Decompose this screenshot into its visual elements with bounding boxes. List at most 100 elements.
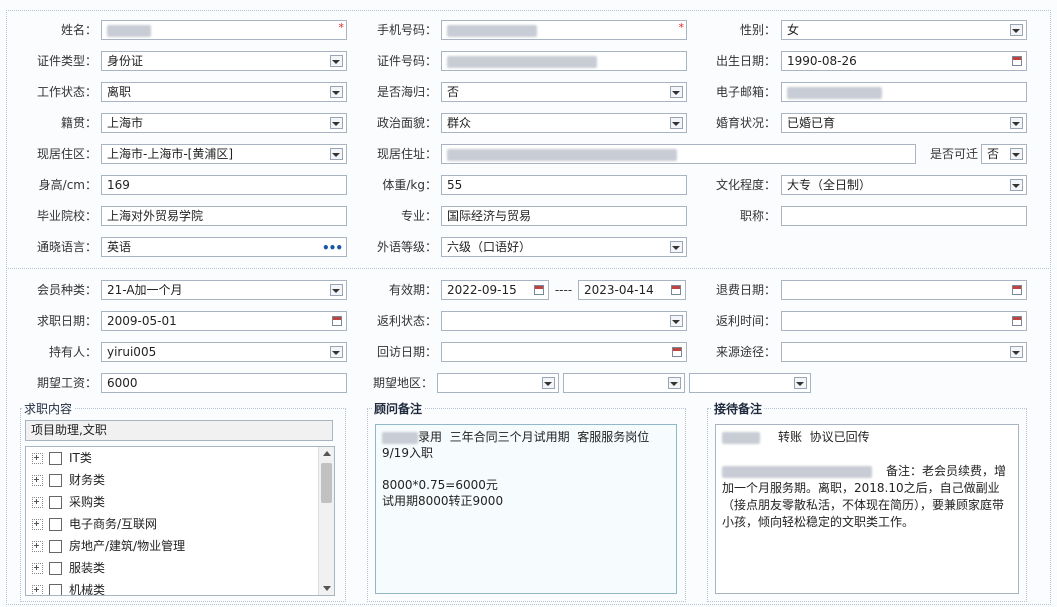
chevron-down-icon bbox=[1012, 351, 1020, 355]
expand-icon[interactable] bbox=[32, 563, 43, 574]
phone-input[interactable]: * bbox=[441, 20, 687, 40]
source-label: 来源途径： bbox=[715, 345, 776, 359]
overseas-select[interactable]: 否 bbox=[441, 82, 687, 102]
member-type-select[interactable]: 21-A加一个月 bbox=[101, 280, 347, 300]
birth-date-input[interactable]: 1990-08-26 bbox=[781, 51, 1027, 71]
idtype-select[interactable]: 身份证 bbox=[101, 51, 347, 71]
expand-icon[interactable] bbox=[32, 453, 43, 464]
residence-area-select[interactable]: 上海市-上海市-[黄浦区] bbox=[101, 144, 347, 164]
advisor-notes-title: 顾问备注 bbox=[372, 400, 425, 417]
rebate-status-select[interactable] bbox=[441, 311, 687, 331]
workstatus-select[interactable]: 离职 bbox=[101, 82, 347, 102]
expand-icon[interactable] bbox=[32, 585, 43, 595]
idno-label: 证件号码： bbox=[376, 54, 437, 68]
checkbox[interactable] bbox=[49, 540, 62, 553]
tree-item-it[interactable]: IT类 bbox=[32, 447, 92, 469]
chevron-down-icon bbox=[544, 382, 552, 386]
valid-from-input[interactable]: 2022-09-15 bbox=[441, 280, 549, 300]
native-select[interactable]: 上海市 bbox=[101, 113, 347, 133]
region-select-3[interactable] bbox=[689, 373, 811, 393]
expand-icon[interactable] bbox=[32, 475, 43, 486]
name-input[interactable]: * bbox=[101, 20, 347, 40]
weight-label: 体重/kg： bbox=[382, 178, 437, 192]
tree-scrollbar[interactable] bbox=[318, 447, 334, 595]
tree-item-purchasing[interactable]: 采购类 bbox=[32, 491, 105, 513]
expand-icon[interactable] bbox=[32, 541, 43, 552]
jobseek-date-label: 求职日期： bbox=[36, 314, 97, 328]
lang-level-select[interactable]: 六级（口语好） bbox=[441, 237, 687, 257]
refund-date-input[interactable] bbox=[781, 280, 1027, 300]
education-select[interactable]: 大专（全日制） bbox=[781, 175, 1027, 195]
chevron-down-icon bbox=[332, 153, 340, 157]
checkbox[interactable] bbox=[49, 518, 62, 531]
calendar-icon[interactable] bbox=[1012, 285, 1022, 295]
relocate-label: 是否可迁 bbox=[929, 147, 978, 161]
region-select-2[interactable] bbox=[563, 373, 685, 393]
address-label: 现居住址： bbox=[376, 147, 437, 161]
chevron-down-icon bbox=[672, 122, 680, 126]
chevron-down-icon bbox=[672, 91, 680, 95]
chevron-down-icon bbox=[1012, 29, 1020, 33]
tree-item-apparel[interactable]: 服装类 bbox=[32, 557, 105, 579]
political-label: 政治面貌： bbox=[376, 116, 437, 130]
checkbox[interactable] bbox=[49, 584, 62, 595]
native-label: 籍贯： bbox=[60, 116, 97, 130]
rebate-time-input[interactable] bbox=[781, 311, 1027, 331]
revisit-date-input[interactable] bbox=[441, 342, 687, 362]
refund-date-label: 退费日期： bbox=[715, 283, 776, 297]
idno-input[interactable] bbox=[441, 51, 687, 71]
marital-select[interactable]: 已婚已育 bbox=[781, 113, 1027, 133]
checkbox[interactable] bbox=[49, 474, 62, 487]
checkbox[interactable] bbox=[49, 496, 62, 509]
valid-to-input[interactable]: 2023-04-14 bbox=[578, 280, 686, 300]
language-label: 通晓语言： bbox=[36, 240, 97, 254]
job-category-tree[interactable]: IT类 财务类 采购类 电子商务/互联网 房地产/建筑/物业管理 服装类 机械类 bbox=[25, 446, 335, 596]
relocate-select[interactable]: 否 bbox=[981, 144, 1027, 164]
member-type-label: 会员种类： bbox=[36, 283, 97, 297]
calendar-icon[interactable] bbox=[1012, 56, 1022, 66]
salary-input[interactable]: 6000 bbox=[101, 373, 347, 393]
region-select-1[interactable] bbox=[437, 373, 559, 393]
marital-label: 婚育状况： bbox=[715, 116, 776, 130]
address-input[interactable] bbox=[441, 144, 916, 164]
checkbox[interactable] bbox=[49, 562, 62, 575]
language-input[interactable]: 英语 ••• bbox=[101, 237, 347, 257]
email-input[interactable] bbox=[781, 82, 1027, 102]
checkbox[interactable] bbox=[49, 452, 62, 465]
school-input[interactable]: 上海对外贸易学院 bbox=[101, 206, 347, 226]
more-icon[interactable]: ••• bbox=[322, 239, 343, 256]
height-input[interactable]: 169 bbox=[101, 175, 347, 195]
calendar-icon[interactable] bbox=[671, 285, 681, 295]
major-label: 专业： bbox=[400, 209, 437, 223]
chevron-down-icon bbox=[672, 320, 680, 324]
calendar-icon[interactable] bbox=[332, 316, 342, 326]
title-label: 职称： bbox=[739, 209, 776, 223]
expand-icon[interactable] bbox=[32, 497, 43, 508]
gender-select[interactable]: 女 bbox=[781, 20, 1027, 40]
holder-select[interactable]: yirui005 bbox=[101, 342, 347, 362]
jobseek-date-input[interactable]: 2009-05-01 bbox=[101, 311, 347, 331]
weight-input[interactable]: 55 bbox=[441, 175, 687, 195]
calendar-icon[interactable] bbox=[534, 285, 544, 295]
chevron-down-icon bbox=[332, 60, 340, 64]
salary-label: 期望工资： bbox=[36, 376, 97, 390]
tree-item-realestate[interactable]: 房地产/建筑/物业管理 bbox=[32, 535, 185, 557]
political-select[interactable]: 群众 bbox=[441, 113, 687, 133]
reception-notes-textarea[interactable]: 转账 协议已回传 备注：老会员续费，增加一个月服务期。离职，2018.10之后，… bbox=[715, 424, 1019, 594]
expand-icon[interactable] bbox=[32, 519, 43, 530]
advisor-notes-textarea[interactable]: 录用 三年合同三个月试用期 客服服务岗位 9/19入职 8000*0.75=60… bbox=[375, 424, 677, 594]
tree-item-finance[interactable]: 财务类 bbox=[32, 469, 105, 491]
region-label: 期望地区： bbox=[372, 376, 433, 390]
calendar-icon[interactable] bbox=[672, 347, 682, 357]
email-label: 电子邮箱： bbox=[715, 85, 776, 99]
title-input[interactable] bbox=[781, 206, 1027, 226]
tree-item-machinery[interactable]: 机械类 bbox=[32, 579, 105, 595]
tree-item-ecommerce[interactable]: 电子商务/互联网 bbox=[32, 513, 157, 535]
scroll-thumb[interactable] bbox=[321, 463, 332, 503]
scroll-up-icon[interactable] bbox=[323, 451, 331, 456]
major-input[interactable]: 国际经济与贸易 bbox=[441, 206, 687, 226]
chevron-down-icon bbox=[332, 91, 340, 95]
source-select[interactable] bbox=[781, 342, 1027, 362]
calendar-icon[interactable] bbox=[1012, 316, 1022, 326]
scroll-down-icon[interactable] bbox=[323, 586, 331, 591]
